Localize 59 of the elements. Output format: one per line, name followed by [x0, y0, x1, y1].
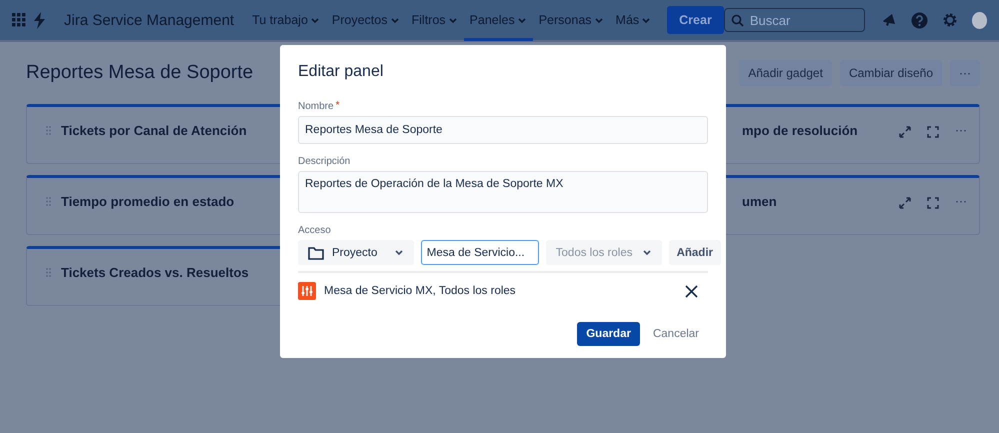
access-type-dropdown[interactable]: Proyecto — [298, 240, 414, 265]
drag-handle-icon[interactable] — [46, 197, 51, 206]
more-options-button[interactable]: ··· — [955, 194, 967, 208]
chevron-down-icon — [516, 16, 527, 24]
dashboard-action-button[interactable]: ··· — [950, 60, 980, 86]
chevron-down-icon — [594, 16, 604, 24]
gadget-title: Tickets por Canal de Atención — [61, 123, 247, 138]
megaphone-icon[interactable] — [880, 12, 897, 28]
fullscreen-icon[interactable] — [927, 197, 939, 209]
lightning-bolt-icon[interactable] — [34, 12, 46, 28]
gadget-title: Tickets Creados vs. Resueltos — [61, 265, 249, 280]
chevron-down-icon — [390, 16, 400, 24]
required-mark: * — [336, 101, 340, 111]
chevron-down-icon[interactable] — [394, 248, 404, 257]
role-dropdown[interactable]: Todos los roles — [546, 240, 662, 265]
gadget-title: mpo de resolución — [742, 123, 858, 138]
access-entry-text: Mesa de Servicio MX, Todos los roles — [324, 285, 516, 297]
cancel-button[interactable]: Cancelar — [644, 322, 708, 346]
expand-icon[interactable] — [899, 197, 911, 209]
description-input-field[interactable]: Reportes de Operación de la Mesa de Soporte MX — [298, 171, 708, 213]
settings-icon[interactable] — [942, 12, 958, 28]
drag-handle-icon[interactable] — [46, 268, 51, 277]
nav-menu-item[interactable]: Filtros — [406, 0, 464, 41]
more-options-button[interactable]: ··· — [955, 123, 967, 137]
gadget-title: Tiempo promedio en estado — [61, 194, 234, 209]
expand-icon[interactable] — [899, 126, 911, 138]
add-button[interactable]: Añadir — [668, 240, 721, 265]
nav-menu-item[interactable]: Personas — [532, 0, 610, 41]
drag-handle-icon[interactable] — [46, 126, 51, 135]
app-switcher-icon[interactable] — [12, 13, 26, 27]
field-label: Descripción — [298, 156, 352, 167]
close-icon[interactable] — [685, 284, 698, 298]
search-field[interactable]: Buscar — [724, 8, 865, 32]
field-label: Acceso — [298, 225, 332, 236]
product-name[interactable]: Jira Service Management — [64, 12, 234, 28]
name-input-field[interactable]: Reportes Mesa de Soporte — [298, 116, 708, 144]
dashboard-action-button[interactable]: Añadir gadget — [739, 60, 832, 86]
gadget-title: umen — [742, 194, 777, 209]
project-dropdown[interactable]: Mesa de Servicio... — [420, 240, 539, 265]
dialog-title: Editar panel — [298, 63, 384, 81]
chevron-down-icon[interactable] — [642, 248, 652, 257]
chevron-down-icon — [641, 16, 652, 24]
folder-icon[interactable] — [308, 246, 324, 260]
field-label: Nombre — [298, 101, 334, 112]
nav-menu-item[interactable]: Tu trabajo — [246, 0, 326, 41]
save-button[interactable]: Guardar — [577, 322, 640, 346]
project-avatar-icon[interactable] — [298, 282, 316, 300]
nav-menu-item[interactable]: Paneles — [464, 0, 533, 41]
nav-menu-item[interactable]: Proyectos — [326, 0, 406, 41]
fullscreen-icon[interactable] — [927, 126, 939, 138]
chevron-down-icon — [448, 16, 458, 24]
search-icon[interactable] — [730, 14, 744, 26]
dashboard-title: Reportes Mesa de Soporte — [26, 62, 254, 84]
nav-menu-item[interactable]: Más — [610, 0, 658, 41]
help-icon[interactable] — [910, 12, 928, 28]
chevron-down-icon — [310, 16, 320, 24]
dashboard-action-button[interactable]: Cambiar diseño — [840, 60, 942, 86]
user-avatar[interactable] — [972, 12, 987, 28]
create-button[interactable]: Crear — [667, 6, 724, 34]
